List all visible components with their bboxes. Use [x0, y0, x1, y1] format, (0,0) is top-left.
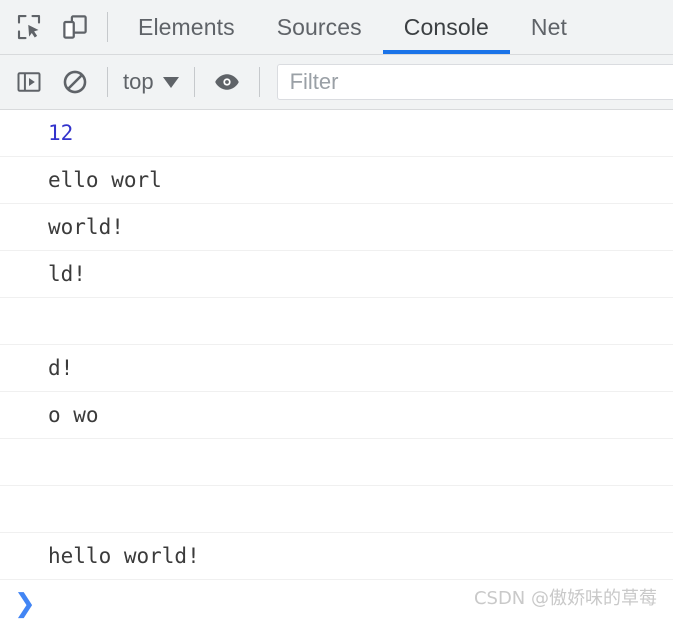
console-message[interactable]: world!: [0, 204, 673, 251]
panel-tabs: Elements Sources Console Net: [117, 0, 673, 54]
live-expression-eye-icon: [212, 67, 242, 97]
prompt-chevron-icon: ❯: [14, 588, 36, 619]
console-message[interactable]: d!: [0, 345, 673, 392]
console-message[interactable]: 12: [0, 110, 673, 157]
console-message-text: ello worl: [48, 168, 162, 192]
tab-elements-label: Elements: [138, 13, 235, 40]
inspect-element-icon: [14, 12, 44, 42]
console-message[interactable]: ello worl: [0, 157, 673, 204]
console-message-text: world!: [48, 215, 124, 239]
console-message-text: 12: [48, 121, 74, 145]
execution-context-label: top: [123, 69, 154, 94]
console-message-text: ld!: [48, 262, 86, 286]
tab-sources[interactable]: Sources: [256, 0, 383, 54]
device-toolbar-button[interactable]: [52, 0, 98, 54]
console-toolbar-divider-2: [193, 67, 195, 97]
console-message[interactable]: o wo: [0, 392, 673, 439]
console-message[interactable]: [0, 298, 673, 345]
live-expression-button[interactable]: [204, 55, 250, 109]
chevron-down-icon: [162, 76, 179, 88]
filter-placeholder: Filter: [289, 69, 339, 94]
console-message-text: o wo: [48, 403, 99, 427]
tab-elements[interactable]: Elements: [117, 0, 256, 54]
console-message-text: hello world!: [48, 544, 200, 568]
console-message[interactable]: [0, 439, 673, 486]
clear-console-icon: [61, 68, 89, 96]
console-prompt[interactable]: ❯: [0, 580, 673, 620]
console-message-list[interactable]: 12 ello worl world! ld! d! o wo hello wo…: [0, 110, 673, 620]
console-sidebar-button[interactable]: [6, 55, 52, 109]
console-message-text: d!: [48, 356, 74, 380]
console-sidebar-icon: [15, 68, 43, 96]
tab-console-label: Console: [403, 13, 489, 40]
tab-sources-label: Sources: [276, 13, 362, 40]
console-message[interactable]: hello world!: [0, 533, 673, 580]
clear-console-button[interactable]: [52, 55, 98, 109]
devtools-tabbar: Elements Sources Console Net: [0, 0, 673, 55]
toolbar-divider: [107, 12, 108, 42]
execution-context-selector[interactable]: top: [117, 62, 185, 102]
inspect-element-button[interactable]: [6, 0, 52, 54]
tab-network[interactable]: Net: [510, 0, 588, 54]
device-toolbar-icon: [60, 12, 90, 42]
console-toolbar: top Filter: [0, 55, 673, 110]
console-toolbar-divider-3: [258, 67, 260, 97]
console-message[interactable]: ld!: [0, 251, 673, 298]
devtools-panel: Elements Sources Console Net top Filter …: [0, 0, 673, 620]
filter-input[interactable]: Filter: [276, 64, 673, 100]
console-toolbar-divider-1: [107, 67, 108, 97]
tab-network-label: Net: [530, 13, 567, 40]
tab-console[interactable]: Console: [382, 0, 510, 54]
console-message[interactable]: [0, 486, 673, 533]
